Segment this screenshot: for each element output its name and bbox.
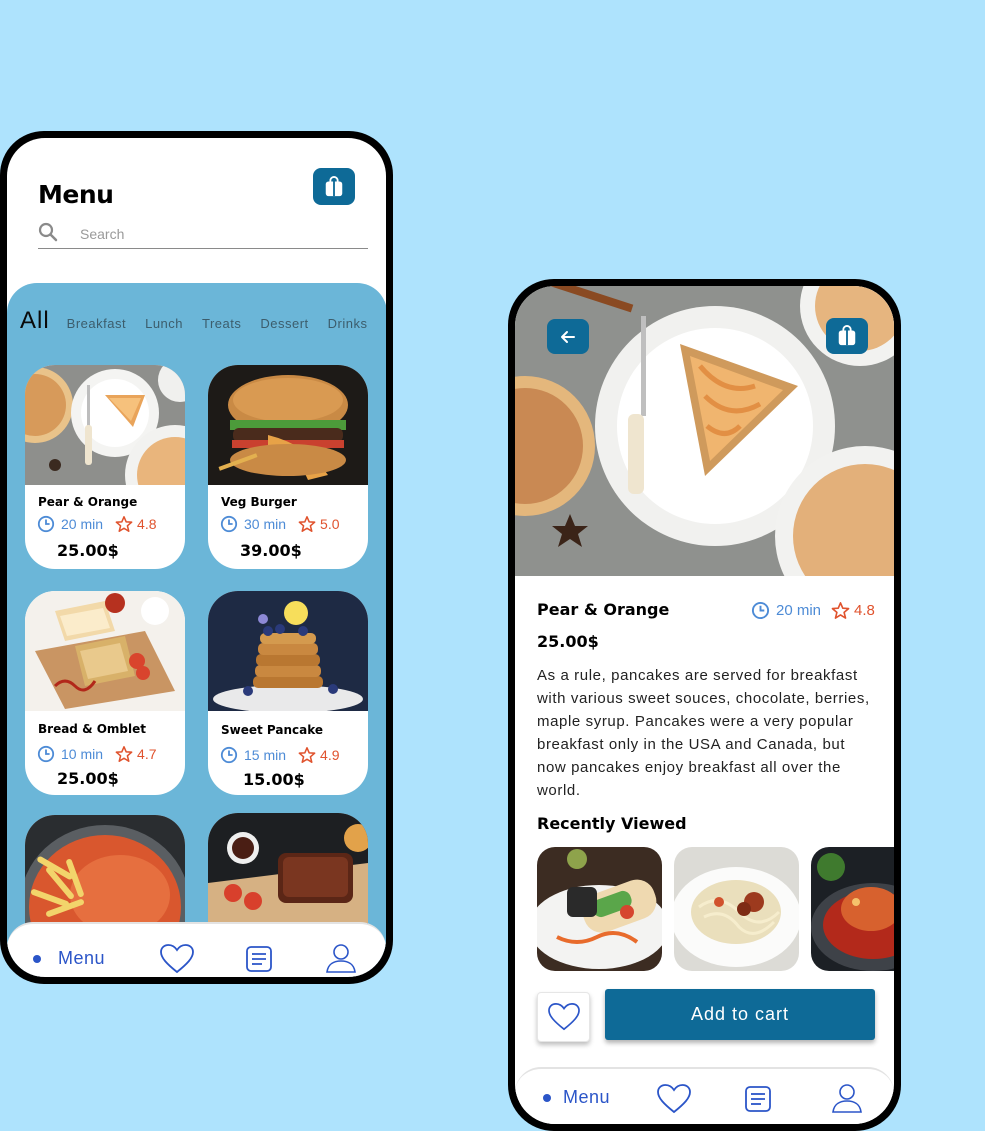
active-dot xyxy=(543,1093,551,1102)
category-tabs: All Breakfast Lunch Treats Dessert Drinks xyxy=(20,307,386,335)
menu-panel: All Breakfast Lunch Treats Dessert Drinks xyxy=(7,283,386,977)
search-bar[interactable]: Search xyxy=(38,218,368,249)
nav-menu-label: Menu xyxy=(563,1087,611,1107)
clock-icon xyxy=(220,746,238,764)
heart-icon xyxy=(547,1002,581,1032)
orders-icon[interactable] xyxy=(743,1084,773,1114)
tab-dessert[interactable]: Dessert xyxy=(260,316,308,331)
food-image xyxy=(208,591,368,711)
food-card-pear-orange[interactable]: Pear & Orange 20 min 4.8 25.00$ xyxy=(25,365,185,569)
food-image xyxy=(25,365,185,485)
tab-drinks[interactable]: Drinks xyxy=(328,316,368,331)
profile-icon[interactable] xyxy=(831,1082,863,1114)
menu-phone: Menu Search All Breakfast Lunch Treats Desse… xyxy=(0,131,393,984)
profile-icon[interactable] xyxy=(325,942,357,974)
rating: 4.8 xyxy=(854,602,875,619)
bottom-nav: Menu xyxy=(7,922,386,977)
detail-phone: Pear & Orange 20 min 4.8 25.00$ As a rul… xyxy=(508,279,901,1131)
page-title: Menu xyxy=(38,180,114,209)
clock-icon xyxy=(37,745,55,763)
food-card-sweet-pancake[interactable]: Sweet Pancake 15 min 4.9 15.00$ xyxy=(208,591,368,795)
back-button[interactable] xyxy=(547,319,589,354)
star-icon xyxy=(298,515,316,533)
food-price: 15.00$ xyxy=(243,770,305,789)
tab-treats[interactable]: Treats xyxy=(202,316,241,331)
active-dot xyxy=(33,954,41,963)
star-icon xyxy=(831,601,850,620)
food-image xyxy=(25,591,185,711)
star-icon xyxy=(298,746,316,764)
food-card-veg-burger[interactable]: Veg Burger 30 min 5.0 39.00$ xyxy=(208,365,368,569)
tab-lunch[interactable]: Lunch xyxy=(145,316,183,331)
rating: 5.0 xyxy=(320,516,340,532)
star-icon xyxy=(115,515,133,533)
detail-meta: 20 min 4.8 xyxy=(751,601,875,620)
tab-all[interactable]: All xyxy=(20,307,50,335)
nav-menu[interactable]: Menu xyxy=(543,1087,610,1108)
food-image xyxy=(208,365,368,485)
food-name: Veg Burger xyxy=(221,495,297,509)
rating: 4.9 xyxy=(320,747,340,763)
recent-item-noodles[interactable] xyxy=(674,847,799,971)
prep-time: 20 min xyxy=(776,602,822,619)
nav-menu-label: Menu xyxy=(58,948,106,968)
heart-icon[interactable] xyxy=(159,943,195,975)
food-meta: 10 min 4.7 xyxy=(37,745,157,763)
star-icon xyxy=(115,745,133,763)
prep-time: 10 min xyxy=(61,746,104,762)
prep-time: 15 min xyxy=(244,747,287,763)
search-input[interactable]: Search xyxy=(80,226,124,242)
food-price: 25.00$ xyxy=(57,769,119,788)
detail-price: 25.00$ xyxy=(537,632,599,651)
detail-title: Pear & Orange xyxy=(537,600,670,619)
detail-description: As a rule, pancakes are served for break… xyxy=(537,667,870,799)
food-name: Pear & Orange xyxy=(38,495,138,509)
rating: 4.7 xyxy=(137,746,157,762)
food-card-bread-omblet[interactable]: Bread & Omblet 10 min 4.7 25.00$ xyxy=(25,591,185,795)
recently-viewed-list xyxy=(537,847,894,972)
recent-item-wrap[interactable] xyxy=(537,847,662,971)
bag-icon xyxy=(836,325,858,347)
cart-bag-button[interactable] xyxy=(313,168,355,205)
bag-icon xyxy=(323,176,345,198)
food-meta: 15 min 4.9 xyxy=(220,746,340,764)
arrow-left-icon xyxy=(561,330,575,343)
food-price: 39.00$ xyxy=(240,541,302,560)
food-name: Sweet Pancake xyxy=(221,723,324,737)
bottom-nav: Menu xyxy=(515,1067,894,1124)
food-meta: 20 min 4.8 xyxy=(37,515,157,533)
nav-menu[interactable]: Menu xyxy=(33,948,105,969)
menu-screen: Menu Search All Breakfast Lunch Treats Desse… xyxy=(7,138,386,977)
food-meta: 30 min 5.0 xyxy=(220,515,340,533)
search-icon xyxy=(38,222,58,242)
cart-bag-button[interactable] xyxy=(826,318,868,354)
detail-screen: Pear & Orange 20 min 4.8 25.00$ As a rul… xyxy=(515,286,894,1124)
prep-time: 30 min xyxy=(244,516,287,532)
food-price: 25.00$ xyxy=(57,541,119,560)
rating: 4.8 xyxy=(137,516,157,532)
clock-icon xyxy=(37,515,55,533)
recent-item-chicken[interactable] xyxy=(811,847,894,971)
orders-icon[interactable] xyxy=(244,944,274,974)
clock-icon xyxy=(220,515,238,533)
recently-viewed-heading: Recently Viewed xyxy=(537,814,687,833)
clock-icon xyxy=(751,601,770,620)
favorite-button[interactable] xyxy=(537,992,590,1042)
heart-icon[interactable] xyxy=(656,1083,692,1115)
prep-time: 20 min xyxy=(61,516,104,532)
food-name: Bread & Omblet xyxy=(38,722,146,736)
add-to-cart-button[interactable]: Add to cart xyxy=(605,989,875,1040)
tab-breakfast[interactable]: Breakfast xyxy=(67,316,126,331)
